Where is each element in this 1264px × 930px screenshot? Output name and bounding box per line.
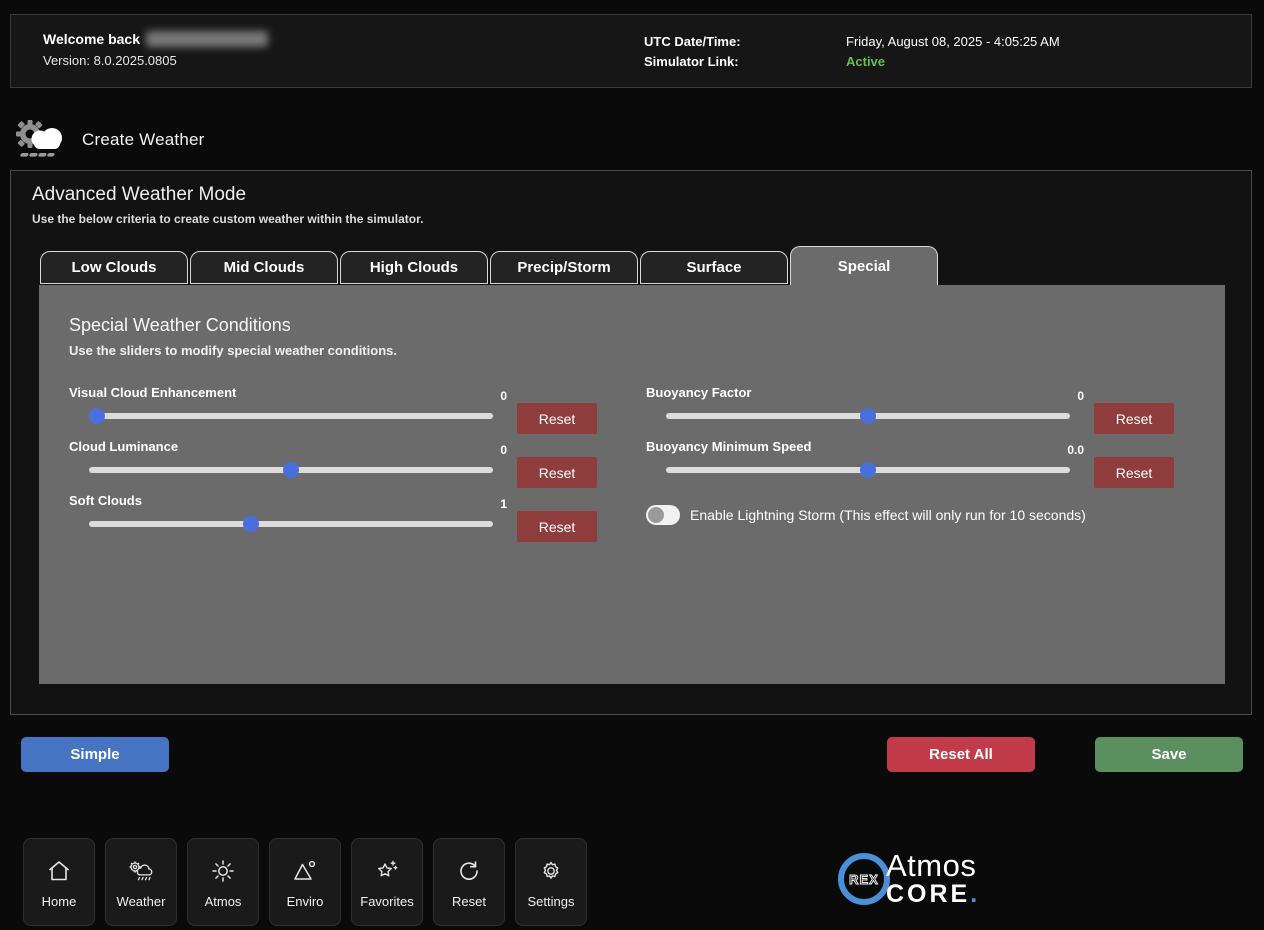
nav-home[interactable]: Home [23,838,95,926]
reset-button[interactable]: Reset [517,457,597,488]
nav-settings[interactable]: Settings [515,838,587,926]
slider-label: Visual Cloud Enhancement [69,385,236,400]
tab-high-clouds[interactable]: High Clouds [340,251,488,284]
nav-favorites[interactable]: Favorites [351,838,423,926]
page-title: Create Weather [82,130,205,150]
slider-label: Buoyancy Factor [646,385,751,400]
svg-text:REX: REX [849,872,879,887]
tab-low-clouds[interactable]: Low Clouds [40,251,188,284]
tab-mid-clouds[interactable]: Mid Clouds [190,251,338,284]
slider-label: Buoyancy Minimum Speed [646,439,811,454]
soft-clouds-group: Soft Clouds 1 Reset [69,491,597,545]
special-conditions-panel: Special Weather Conditions Use the slide… [39,285,1225,684]
advanced-mode-subtitle: Use the below criteria to create custom … [32,212,423,226]
slider-value: 0 [477,443,507,457]
gear-icon [538,856,564,886]
slider-label: Cloud Luminance [69,439,178,454]
slider-label: Soft Clouds [69,493,142,508]
slider-thumb[interactable] [89,408,105,424]
tab-special[interactable]: Special [790,246,938,285]
home-icon [46,856,72,886]
weather-icon [127,856,155,886]
lightning-storm-toggle[interactable] [646,505,680,525]
nav-label: Atmos [205,894,242,909]
username-redacted [146,31,268,47]
nav-weather[interactable]: Weather [105,838,177,926]
slider-value: 1 [477,497,507,511]
slider-value: 0 [477,389,507,403]
reset-button[interactable]: Reset [517,511,597,542]
utc-label: UTC Date/Time: [644,32,741,52]
nav-enviro[interactable]: Enviro [269,838,341,926]
nav-label: Favorites [360,894,413,909]
nav-label: Enviro [287,894,324,909]
logo-core-text: CORE. [886,882,980,907]
nav-label: Reset [452,894,486,909]
advanced-weather-panel: Advanced Weather Mode Use the below crit… [10,170,1252,715]
nav-atmos[interactable]: Atmos [187,838,259,926]
cloud-luminance-group: Cloud Luminance 0 Reset [69,437,597,491]
simulator-link-status: Active [846,52,1060,72]
visual-cloud-enhancement-group: Visual Cloud Enhancement 0 Reset [69,383,597,437]
special-panel-subtitle: Use the sliders to modify special weathe… [69,343,397,358]
special-panel-title: Special Weather Conditions [69,315,291,336]
reset-button[interactable]: Reset [1094,457,1174,488]
simple-mode-button[interactable]: Simple [21,737,169,772]
weather-tabs: Low Clouds Mid Clouds High Clouds Precip… [40,251,940,285]
rex-atmoscore-logo: REX Atmos CORE. [836,850,980,907]
slider-thumb[interactable] [283,462,299,478]
slider-value: 0 [1054,389,1084,403]
status-header: Welcome back Version: 8.0.2025.0805 UTC … [10,14,1252,88]
slider-thumb[interactable] [243,516,259,532]
version-text: Version: 8.0.2025.0805 [43,53,268,68]
buoyancy-factor-group: Buoyancy Factor 0 Reset [646,383,1174,437]
slider-value: 0.0 [1054,443,1084,457]
reset-button[interactable]: Reset [517,403,597,434]
rex-ring-icon: REX [836,851,892,907]
lightning-storm-label: Enable Lightning Storm (This effect will… [690,507,1086,523]
bottom-navigation: Home Weather Atmos [23,838,597,926]
mountain-icon [292,856,318,886]
reset-all-button[interactable]: Reset All [887,737,1035,772]
toggle-knob [648,507,664,523]
save-button[interactable]: Save [1095,737,1243,772]
advanced-mode-title: Advanced Weather Mode [32,184,246,206]
buoyancy-minimum-speed-group: Buoyancy Minimum Speed 0.0 Reset [646,437,1174,491]
welcome-label: Welcome back [43,31,140,47]
create-weather-icon [12,112,68,168]
refresh-icon [456,856,482,886]
buoyancy-minimum-speed-slider[interactable] [666,467,1070,473]
nav-reset[interactable]: Reset [433,838,505,926]
tab-surface[interactable]: Surface [640,251,788,284]
buoyancy-factor-slider[interactable] [666,413,1070,419]
cloud-luminance-slider[interactable] [89,467,493,473]
reset-button[interactable]: Reset [1094,403,1174,434]
visual-cloud-enhancement-slider[interactable] [89,413,493,419]
simulator-link-label: Simulator Link: [644,52,741,72]
star-plus-icon [374,856,400,886]
utc-value: Friday, August 08, 2025 - 4:05:25 AM [846,32,1060,52]
nav-label: Weather [117,894,166,909]
slider-thumb[interactable] [860,462,876,478]
logo-atmos-text: Atmos [886,850,980,881]
soft-clouds-slider[interactable] [89,521,493,527]
nav-label: Home [42,894,77,909]
sun-icon [210,856,236,886]
nav-label: Settings [528,894,575,909]
slider-thumb[interactable] [860,408,876,424]
tab-precip-storm[interactable]: Precip/Storm [490,251,638,284]
